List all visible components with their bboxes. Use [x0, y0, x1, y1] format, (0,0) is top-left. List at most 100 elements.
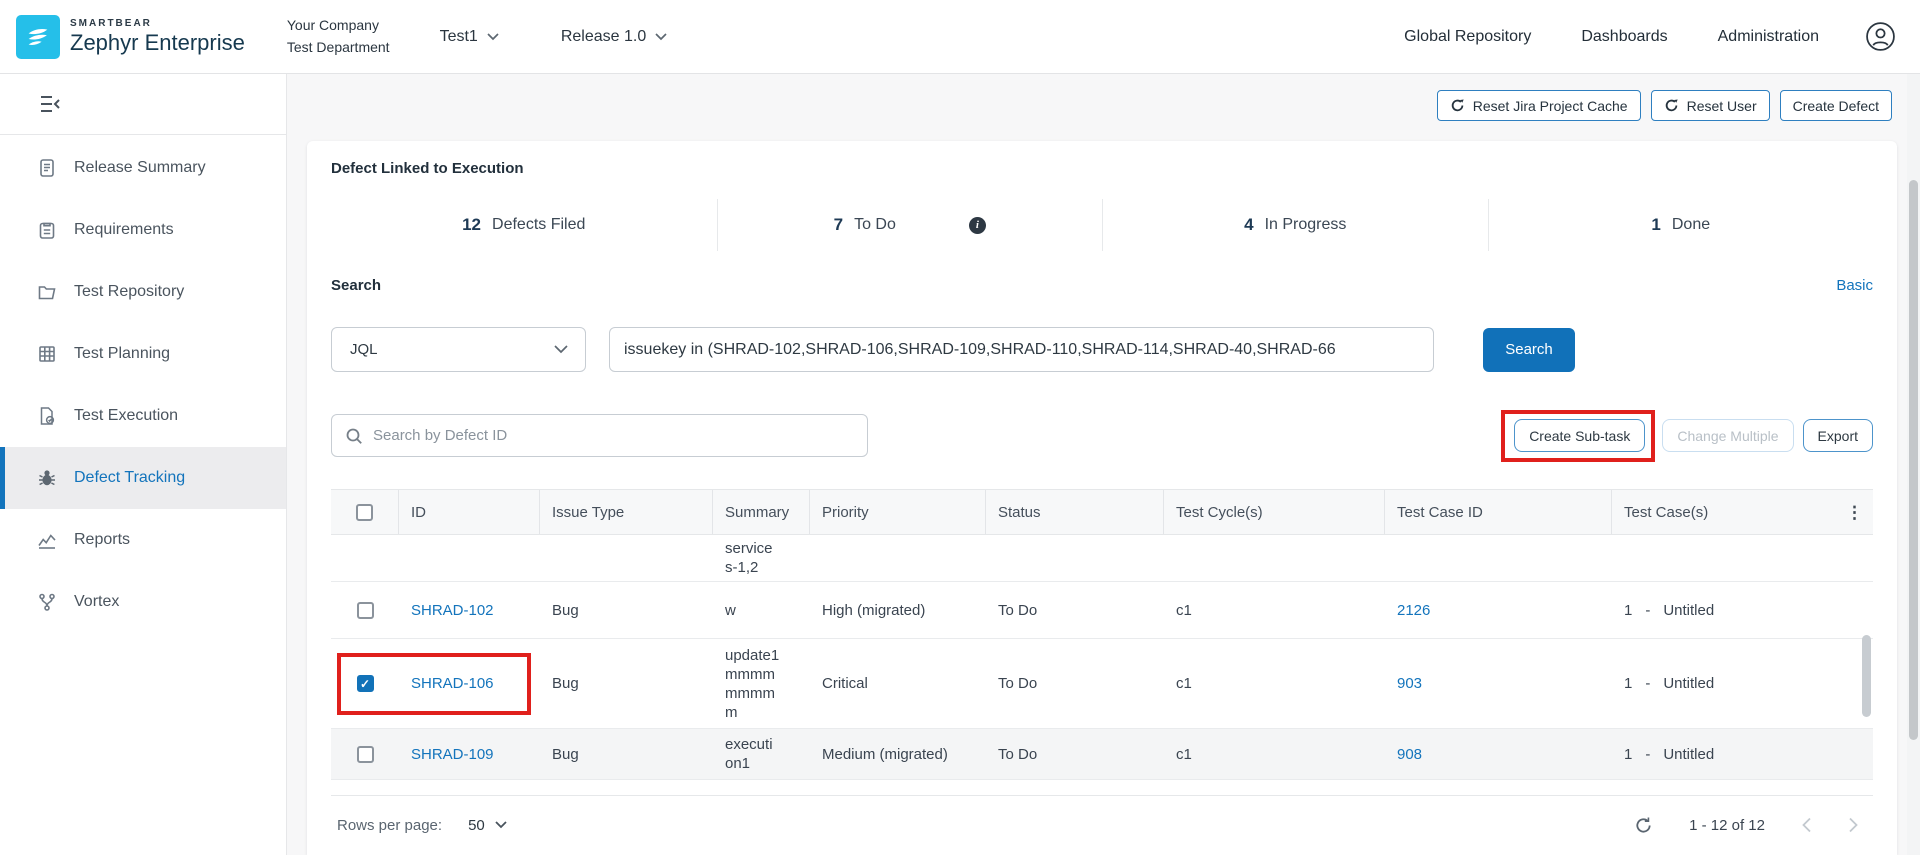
sidebar-item-requirements[interactable]: Requirements [0, 199, 286, 261]
sidebar-item-label: Requirements [74, 221, 174, 239]
nav-global-repository[interactable]: Global Repository [1404, 28, 1531, 46]
sidebar-item-label: Test Planning [74, 345, 170, 363]
cell-summary: pagesiz [713, 780, 810, 795]
user-avatar-icon[interactable] [1865, 21, 1896, 52]
search-section-header: Search Basic [331, 277, 1873, 294]
table-scrollbar-thumb[interactable] [1862, 635, 1871, 717]
smartbear-wordmark: SMARTBEAR [70, 19, 245, 29]
previous-page-button[interactable] [1801, 817, 1812, 833]
query-type-select[interactable]: JQL [331, 327, 586, 372]
stat-defects-filed: 12 Defects Filed [331, 199, 717, 251]
cell-test-cases: 1 - Untitled [1612, 582, 1873, 638]
stat-value: 7 [834, 215, 843, 235]
table-row-partial[interactable]: service s-1,2 [331, 535, 1873, 582]
sidebar-item-label: Test Execution [74, 407, 178, 425]
sidebar-item-label: Vortex [74, 593, 119, 611]
document-icon [36, 157, 58, 179]
test-case-id-link[interactable]: 2126 [1397, 602, 1430, 619]
refresh-table-button[interactable] [1634, 816, 1653, 835]
cell-issue-type: Bug [540, 582, 713, 638]
panel-title: Defect Linked to Execution [331, 141, 1873, 177]
sidebar-item-vortex[interactable]: Vortex [0, 571, 286, 633]
sidebar-menu: Release Summary Requirements Test Reposi… [0, 135, 286, 633]
cell-test-cycles: c1 [1164, 780, 1385, 795]
defect-id-link[interactable]: SHRAD-109 [411, 746, 494, 763]
defect-id-link[interactable]: SHRAD-102 [411, 602, 494, 619]
defect-id-link[interactable]: SHRAD-106 [411, 675, 494, 692]
export-button[interactable]: Export [1803, 419, 1873, 452]
header-nav: Global Repository Dashboards Administrat… [1404, 28, 1819, 46]
page-toolbar: Reset Jira Project Cache Reset User Crea… [1437, 90, 1892, 121]
reset-jira-cache-button[interactable]: Reset Jira Project Cache [1437, 90, 1641, 121]
table-row-shrad-109[interactable]: SHRAD-109 Bug executi on1 Medium (migrat… [331, 729, 1873, 780]
select-all-checkbox[interactable] [356, 504, 373, 521]
cell-priority: Low 1 (migrated) [810, 780, 986, 795]
create-defect-button[interactable]: Create Defect [1780, 90, 1892, 121]
sidebar-collapse-button[interactable] [0, 74, 286, 135]
collapse-sidebar-icon [38, 94, 62, 114]
stat-in-progress: 4 In Progress [1102, 199, 1488, 251]
search-icon [345, 427, 363, 445]
release-dropdown[interactable]: Release 1.0 [561, 28, 667, 46]
jql-query-input[interactable] [609, 327, 1434, 372]
refresh-icon [1634, 816, 1653, 835]
cell-summary: service s-1,2 [713, 535, 810, 581]
column-options-icon[interactable]: ⋮ [1846, 504, 1863, 521]
cell-issue-type: Bug [540, 729, 713, 779]
cell-priority: Critical [810, 639, 986, 728]
chevron-down-icon [495, 821, 507, 829]
document-check-icon [36, 405, 58, 427]
nav-administration[interactable]: Administration [1718, 28, 1819, 46]
rows-per-page: Rows per page: 50 [331, 817, 507, 834]
create-subtask-button[interactable]: Create Sub-task [1514, 419, 1645, 452]
sidebar-item-release-summary[interactable]: Release Summary [0, 137, 286, 199]
app-root: SMARTBEAR Zephyr Enterprise Your Company… [0, 0, 1920, 855]
row-checkbox-checked[interactable] [357, 675, 374, 692]
rows-per-page-label: Rows per page: [337, 817, 442, 834]
defect-table-body: service s-1,2 SHRAD-102 Bug w High (migr… [331, 535, 1873, 795]
test-case-id-link[interactable]: 903 [1397, 675, 1422, 692]
sidebar-item-defect-tracking[interactable]: Defect Tracking [0, 447, 286, 509]
chevron-down-icon [655, 33, 667, 41]
sidebar-item-test-repository[interactable]: Test Repository [0, 261, 286, 323]
pagination-range: 1 - 12 of 12 [1689, 817, 1765, 834]
cell-test-cases: 1 - Untitled [1612, 729, 1873, 779]
basic-mode-link[interactable]: Basic [1836, 277, 1873, 294]
sidebar-item-reports[interactable]: Reports [0, 509, 286, 571]
stat-value: 1 [1651, 215, 1660, 235]
search-button[interactable]: Search [1483, 328, 1575, 372]
test-case-id-link[interactable]: 908 [1397, 746, 1422, 763]
table-row-shrad-102[interactable]: SHRAD-102 Bug w High (migrated) To Do c1… [331, 582, 1873, 639]
cell-test-cases: 1 - Untitled [1612, 780, 1873, 795]
next-page-button[interactable] [1848, 817, 1859, 833]
defect-id-search-input[interactable] [373, 427, 854, 444]
search-section-title: Search [331, 277, 381, 294]
search-controls: JQL Search [331, 327, 1873, 372]
column-header-priority: Priority [810, 490, 986, 534]
cell-test-cycles: c1 [1164, 729, 1385, 779]
column-header-summary: Summary [713, 490, 810, 534]
sidebar-item-test-execution[interactable]: Test Execution [0, 385, 286, 447]
page-scrollbar-thumb[interactable] [1909, 180, 1918, 740]
stat-value: 4 [1244, 215, 1253, 235]
rows-per-page-select[interactable]: 50 [468, 817, 507, 834]
refresh-icon [1450, 98, 1465, 113]
nav-dashboards[interactable]: Dashboards [1581, 28, 1667, 46]
row-checkbox[interactable] [357, 746, 374, 763]
sidebar-item-test-planning[interactable]: Test Planning [0, 323, 286, 385]
query-type-value: JQL [350, 341, 378, 358]
row-checkbox[interactable] [357, 602, 374, 619]
project-dropdown[interactable]: Test1 [440, 28, 499, 46]
info-icon[interactable]: i [969, 217, 986, 234]
chevron-down-icon [554, 345, 568, 354]
stat-label: In Progress [1265, 216, 1347, 234]
reset-user-button[interactable]: Reset User [1651, 90, 1770, 121]
table-row-shrad-106[interactable]: SHRAD-106 Bug update1 mmmm mmmm m Critic… [331, 639, 1873, 729]
page-scrollbar[interactable] [1907, 74, 1920, 855]
table-row-shrad-110[interactable]: SHRAD-110 Bug pagesiz Low 1 (migrated) T… [331, 780, 1873, 795]
clipboard-icon [36, 219, 58, 241]
defect-panel: Defect Linked to Execution 12 Defects Fi… [307, 141, 1897, 855]
cell-priority: High (migrated) [810, 582, 986, 638]
cell-status: To Do [986, 729, 1164, 779]
cell-status: To Do [986, 639, 1164, 728]
